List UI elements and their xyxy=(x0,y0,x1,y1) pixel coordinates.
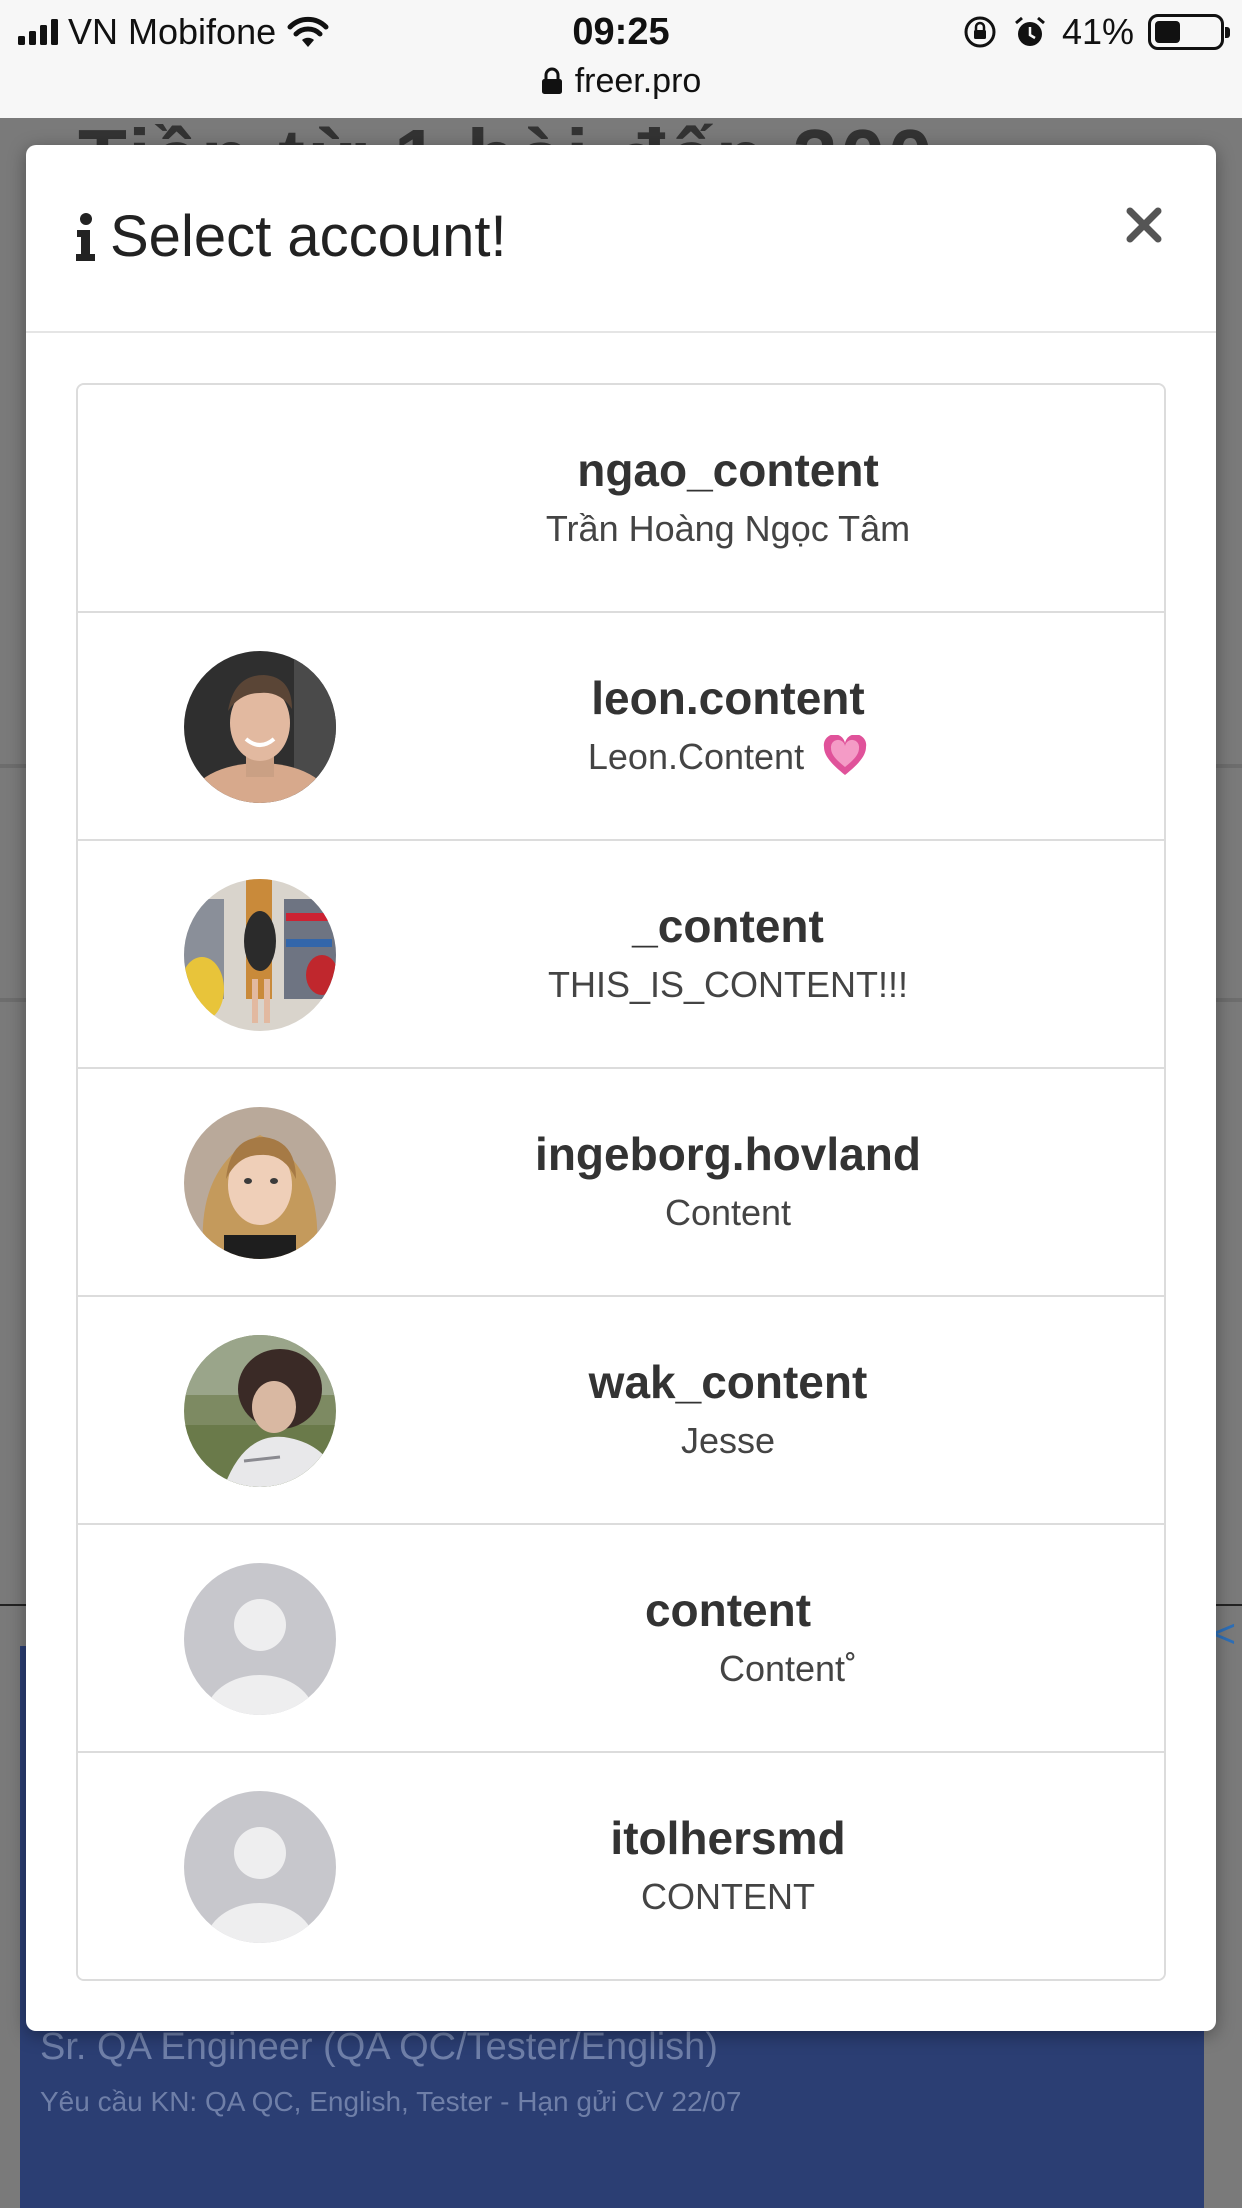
account-username: ngao_content xyxy=(577,444,879,496)
select-account-modal: Select account! ngao_content Trần Hoàng … xyxy=(26,145,1216,2031)
account-item[interactable]: leon.content Leon.Content xyxy=(78,613,1164,841)
status-bar: VN Mobifone 09:25 41% freer.pro xyxy=(0,0,1242,118)
account-fullname-row: Leon.Content xyxy=(588,730,868,784)
account-fullname: THIS_IS_CONTENT!!! xyxy=(547,964,909,1005)
account-item[interactable]: ingeborg.hovland Content xyxy=(78,1069,1164,1297)
battery-icon xyxy=(1148,14,1230,50)
account-item[interactable]: wak_content Jesse xyxy=(78,1297,1164,1525)
account-fullname: Jesse xyxy=(680,1420,776,1461)
default-avatar-icon xyxy=(184,1563,336,1715)
modal-header: Select account! xyxy=(26,145,1216,333)
info-icon xyxy=(76,212,95,261)
ad-close-icon[interactable]: < xyxy=(1213,1612,1236,1657)
account-item[interactable]: itolhersmd CONTENT xyxy=(78,1753,1164,1979)
close-icon[interactable] xyxy=(1124,205,1164,245)
account-username: wak_content xyxy=(588,1356,868,1408)
rotation-lock-icon xyxy=(964,16,996,48)
avatar xyxy=(184,1335,336,1487)
account-username: content xyxy=(644,1584,812,1636)
avatar xyxy=(184,651,336,803)
account-fullname: Content xyxy=(664,1192,792,1233)
account-fullname: Content˚ xyxy=(718,1648,858,1689)
lock-icon xyxy=(541,67,562,94)
url-bar[interactable]: freer.pro xyxy=(575,62,702,101)
default-avatar-icon xyxy=(184,1791,336,1943)
account-item[interactable]: _content THIS_IS_CONTENT!!! xyxy=(78,841,1164,1069)
heart-icon xyxy=(823,735,867,775)
account-username: itolhersmd xyxy=(610,1812,846,1864)
account-item[interactable]: ngao_content Trần Hoàng Ngọc Tâm xyxy=(78,385,1164,613)
account-item[interactable]: content Content˚ xyxy=(78,1525,1164,1753)
account-fullname: CONTENT xyxy=(641,1876,815,1917)
ad-title: Sr. QA Engineer (QA QC/Tester/English) xyxy=(40,2026,718,2068)
account-username: _content xyxy=(632,900,824,952)
account-fullname: Trần Hoàng Ngọc Tâm xyxy=(545,508,911,549)
account-fullname: Leon.Content xyxy=(587,736,805,777)
avatar xyxy=(184,423,336,575)
ad-subtitle: Yêu cầu KN: QA QC, English, Tester - Hạn… xyxy=(40,2086,742,2117)
alarm-icon xyxy=(1014,16,1045,46)
modal-title: Select account! xyxy=(110,204,507,269)
battery-percent: 41% xyxy=(1061,11,1134,52)
account-username: leon.content xyxy=(591,672,865,724)
account-username: ingeborg.hovland xyxy=(535,1128,921,1180)
avatar xyxy=(184,879,336,1031)
avatar xyxy=(184,1107,336,1259)
account-list: ngao_content Trần Hoàng Ngọc Tâm leon.co… xyxy=(76,383,1166,1981)
